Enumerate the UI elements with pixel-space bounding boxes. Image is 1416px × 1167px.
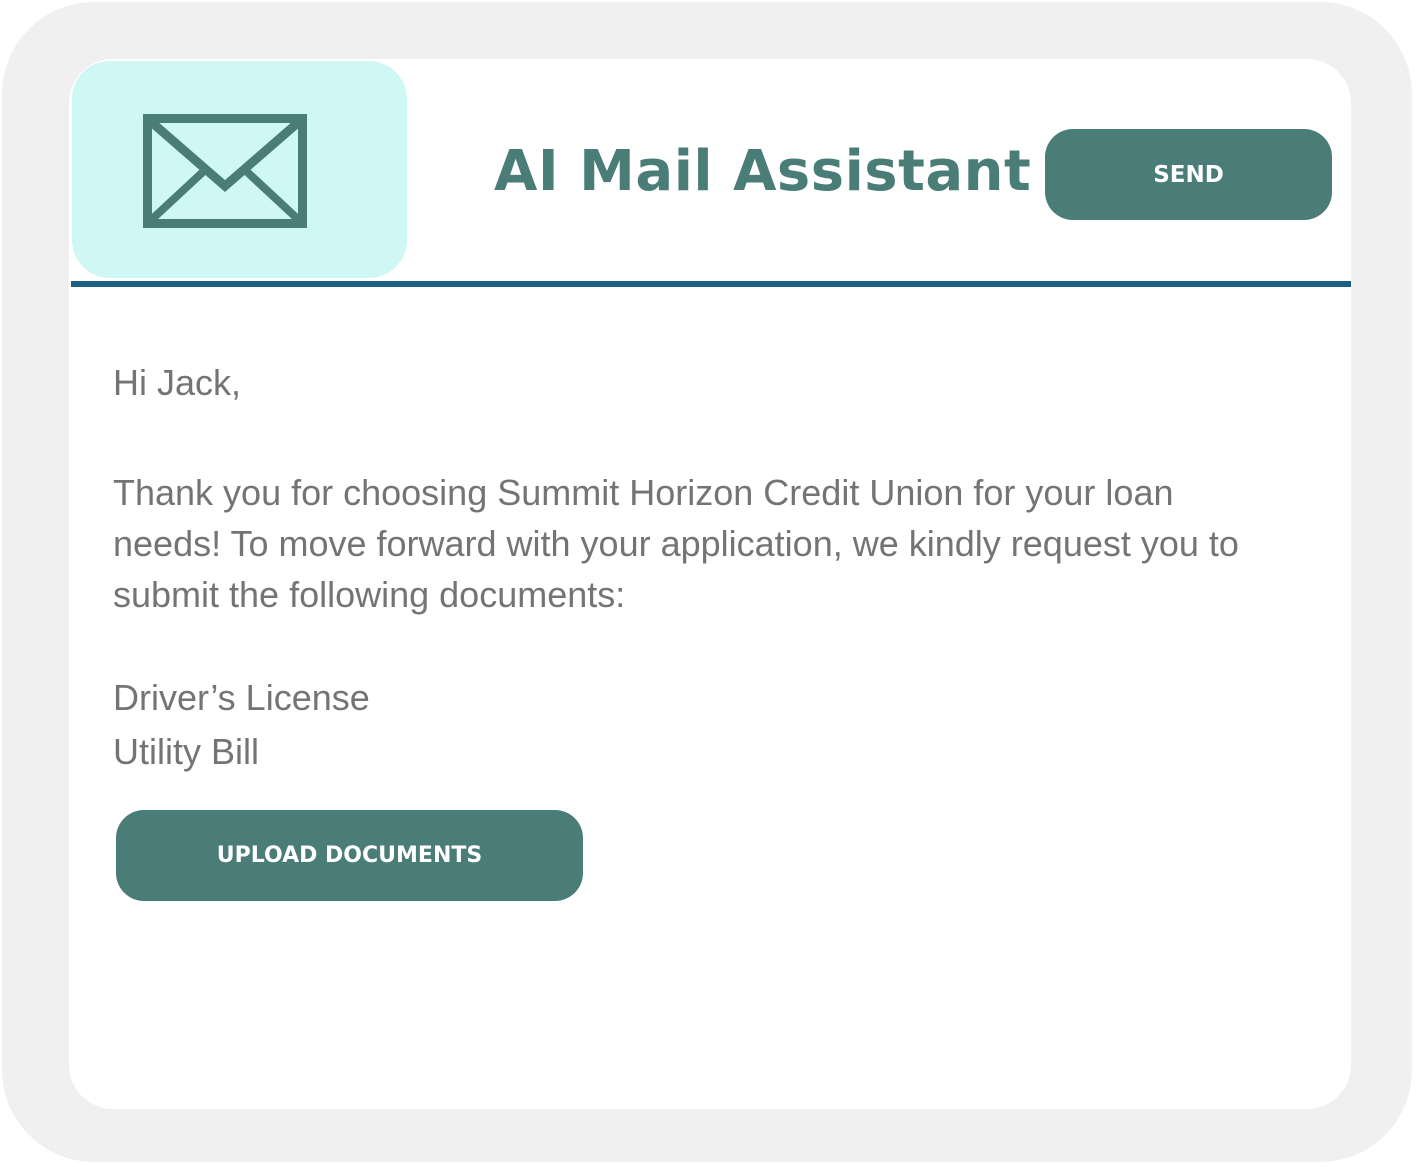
email-greeting: Hi Jack,: [113, 362, 242, 403]
send-button[interactable]: SEND: [1045, 129, 1332, 220]
document-list: Driver’s License Utility Bill: [113, 671, 370, 779]
app-title: AI Mail Assistant: [494, 139, 1032, 204]
envelope-icon-tile: [72, 61, 407, 278]
envelope-icon: [143, 114, 307, 228]
document-item-drivers-license: Driver’s License: [113, 677, 370, 718]
document-item-utility-bill: Utility Bill: [113, 731, 260, 772]
email-message: Thank you for choosing Summit Horizon Cr…: [113, 472, 1239, 615]
mail-assistant-card: AI Mail Assistant SEND Hi Jack, Thank yo…: [69, 59, 1351, 1109]
header-divider: [71, 281, 1351, 287]
upload-documents-button[interactable]: UPLOAD DOCUMENTS: [116, 810, 583, 901]
outer-frame: AI Mail Assistant SEND Hi Jack, Thank yo…: [2, 2, 1412, 1162]
